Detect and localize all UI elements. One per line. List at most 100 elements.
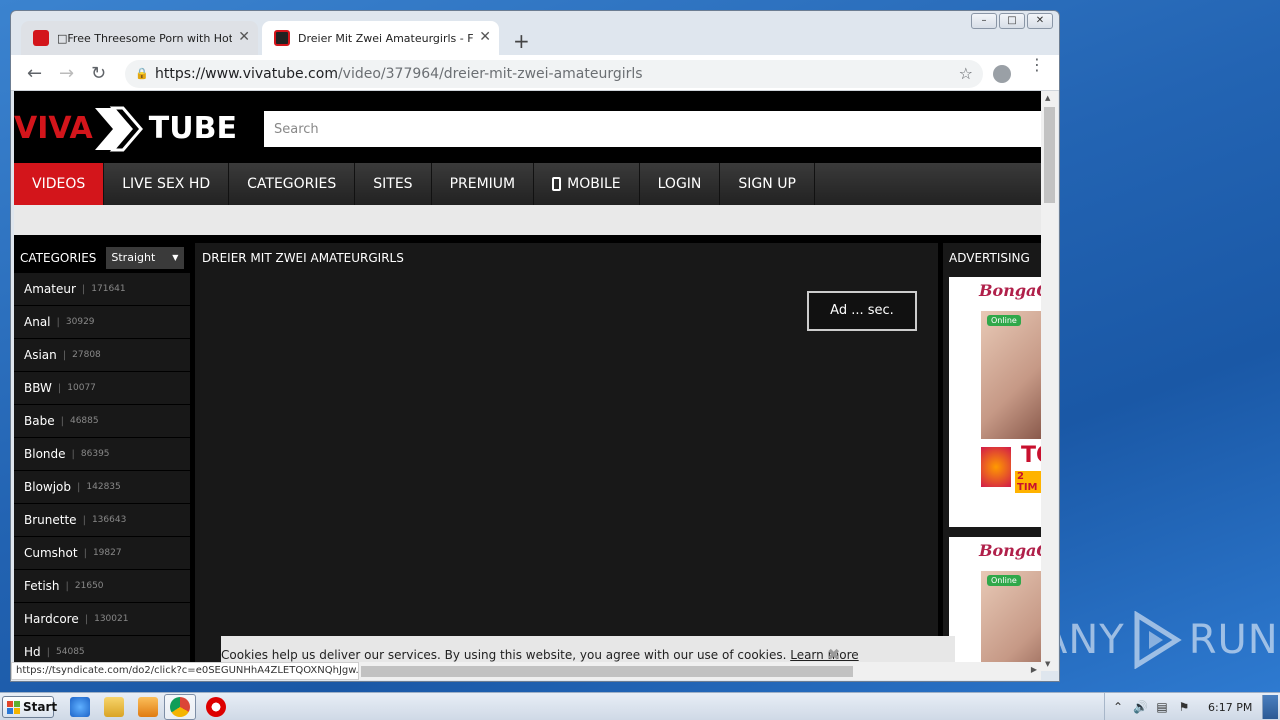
tab-threesome[interactable]: □Free Threesome Porn with Hot Porn ✕: [21, 21, 258, 55]
tray-expand-icon[interactable]: ⌃: [1111, 700, 1125, 714]
category-separator: |: [82, 514, 86, 526]
logo-chevrons-icon: [94, 106, 143, 152]
chrome-taskbar-button[interactable]: [164, 694, 196, 720]
category-name: Brunette: [24, 513, 77, 527]
category-count: 46885: [69, 416, 99, 426]
show-desktop-button[interactable]: [1262, 695, 1278, 719]
category-item[interactable]: Fetish | 21650: [14, 570, 190, 603]
category-separator: |: [83, 547, 87, 559]
category-item[interactable]: Asian | 27808: [14, 339, 190, 372]
main-nav: VIDEOS LIVE SEX HD CATEGORIES SITES PREM…: [14, 163, 1041, 205]
play-logo-icon: [1134, 611, 1182, 669]
category-name: Fetish: [24, 579, 60, 593]
video-title: DREIER MIT ZWEI AMATEURGIRLS: [202, 251, 404, 265]
network-icon[interactable]: ▤: [1155, 700, 1169, 714]
category-item[interactable]: Hardcore | 130021: [14, 603, 190, 636]
category-item[interactable]: Brunette | 136643: [14, 504, 190, 537]
scroll-up-icon[interactable]: ▲: [1045, 94, 1050, 102]
tab-title: □Free Threesome Porn with Hot Porn: [57, 31, 232, 45]
lock-icon: 🔒: [135, 67, 149, 80]
nav-sites[interactable]: SITES: [355, 163, 432, 205]
forward-arrow-icon[interactable]: →: [59, 63, 74, 84]
nav-mobile[interactable]: MOBILE: [534, 163, 640, 205]
url-path: /video/377964/dreier-mit-zwei-amateurgir…: [337, 66, 643, 82]
video-player[interactable]: DREIER MIT ZWEI AMATEURGIRLS Ad ... sec.: [195, 243, 938, 669]
nav-live-sex-hd[interactable]: LIVE SEX HD: [104, 163, 230, 205]
category-count: 19827: [92, 548, 122, 558]
nav-categories[interactable]: CATEGORIES: [229, 163, 356, 205]
tab-strip: □Free Threesome Porn with Hot Porn ✕ Dre…: [11, 19, 1059, 55]
categories-heading: CATEGORIES: [20, 251, 97, 265]
internet-explorer-icon[interactable]: [70, 697, 90, 717]
category-count: 10077: [67, 383, 96, 393]
category-item[interactable]: Blonde | 86395: [14, 438, 190, 471]
vertical-scrollbar[interactable]: ▲ ▼: [1041, 91, 1058, 671]
search-input[interactable]: [264, 111, 1041, 147]
ad-countdown-button[interactable]: Ad ... sec.: [807, 291, 917, 331]
category-item[interactable]: Anal | 30929: [14, 306, 190, 339]
browser-toolbar: ← → ↻ 🔒 https://www.vivatube.com/video/3…: [11, 55, 1059, 91]
ad-banner[interactable]: BongaCams Online TO 2 TIM: [949, 277, 1041, 527]
opera-icon[interactable]: [206, 697, 226, 717]
site-logo[interactable]: VIVA TUBE: [14, 105, 237, 153]
start-button[interactable]: Start: [2, 696, 57, 718]
volume-icon[interactable]: 🔊: [1133, 700, 1148, 714]
bookmark-star-icon[interactable]: ☆: [959, 60, 973, 88]
category-item[interactable]: Babe | 46885: [14, 405, 190, 438]
vertical-scroll-thumb[interactable]: [1044, 107, 1055, 203]
category-separator: |: [46, 646, 51, 658]
promo-small-text: 2 TIM: [1015, 471, 1041, 493]
browser-window: – □ ✕ □Free Threesome Porn with Hot Porn…: [10, 10, 1060, 682]
new-tab-button[interactable]: +: [513, 29, 530, 53]
category-name: Cumshot: [24, 546, 78, 560]
promo-badge-icon: [981, 447, 1011, 487]
taskbar: Start ⌃ 🔊 ▤ ⚑ 6:17 PM: [0, 692, 1280, 720]
category-separator: |: [56, 316, 60, 328]
ad-webcam-image: [981, 311, 1041, 439]
learn-more-link[interactable]: Learn more: [790, 648, 858, 662]
mobile-phone-icon: [552, 177, 562, 191]
reload-icon[interactable]: ↻: [91, 63, 106, 84]
category-name: Anal: [24, 315, 51, 329]
advertising-column: ADVERTISING BongaCams Online TO 2 TIM Bo…: [943, 243, 1041, 669]
tab-close-icon[interactable]: ✕: [238, 29, 250, 45]
online-badge: Online: [987, 315, 1021, 326]
file-explorer-icon[interactable]: [104, 697, 124, 717]
nav-videos[interactable]: VIDEOS: [14, 163, 105, 205]
category-count: 142835: [86, 482, 121, 492]
horizontal-scrollbar[interactable]: ▶: [359, 662, 1041, 680]
category-item[interactable]: Amateur | 171641: [14, 273, 190, 306]
nav-login[interactable]: LOGIN: [640, 163, 721, 205]
browser-menu-icon[interactable]: ⋮: [1029, 57, 1045, 73]
ad-banner-2[interactable]: BongaCams Online: [949, 537, 1041, 669]
horizontal-scroll-thumb[interactable]: [361, 666, 853, 677]
category-separator: |: [60, 415, 64, 427]
category-count: 86395: [80, 449, 110, 459]
category-item[interactable]: Blowjob | 142835: [14, 471, 190, 504]
profile-avatar-icon[interactable]: [993, 65, 1011, 83]
tab-vivatube[interactable]: Dreier Mit Zwei Amateurgirls - Free X ✕: [262, 21, 499, 55]
nav-sign-up[interactable]: SIGN UP: [720, 163, 815, 205]
orientation-select[interactable]: Straight ▼: [106, 247, 185, 269]
ad-brand-logo: BongaCams: [979, 541, 1041, 560]
categories-header: CATEGORIES Straight ▼: [14, 243, 190, 273]
back-arrow-icon[interactable]: ←: [27, 63, 42, 84]
logo-viva: VIVA: [14, 111, 93, 146]
ad-brand-logo: BongaCams: [979, 281, 1041, 300]
status-bar-url: https://tsyndicate.com/do2/click?c=e0SEG…: [11, 662, 359, 680]
tab-favicon-icon: [274, 30, 290, 46]
cookie-text: Cookies help us deliver our services. By…: [221, 648, 787, 662]
action-center-flag-icon[interactable]: ⚑: [1177, 700, 1191, 714]
scroll-right-icon[interactable]: ▶: [1031, 665, 1037, 674]
category-item[interactable]: Cumshot | 19827: [14, 537, 190, 570]
tab-favicon-icon: [33, 30, 49, 46]
address-bar[interactable]: 🔒 https://www.vivatube.com/video/377964/…: [125, 60, 983, 88]
scroll-down-icon[interactable]: ▼: [1045, 660, 1050, 668]
tab-close-icon[interactable]: ✕: [479, 29, 491, 45]
category-item[interactable]: BBW | 10077: [14, 372, 190, 405]
system-tray: ⌃ 🔊 ▤ ⚑: [1104, 693, 1191, 720]
anyrun-watermark: ANY RUN: [1040, 610, 1279, 670]
clock[interactable]: 6:17 PM: [1208, 701, 1252, 714]
nav-premium[interactable]: PREMIUM: [432, 163, 535, 205]
media-player-icon[interactable]: [138, 697, 158, 717]
